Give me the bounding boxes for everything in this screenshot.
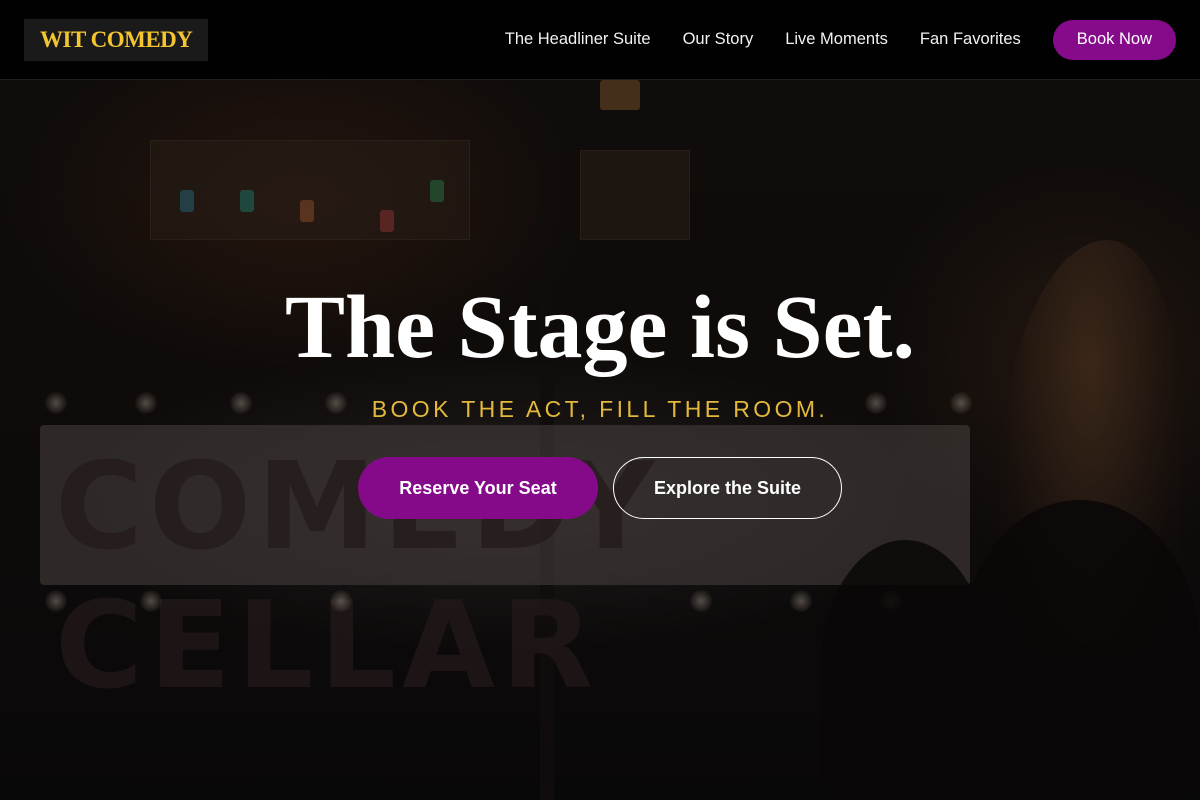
reserve-seat-button[interactable]: Reserve Your Seat <box>358 457 598 519</box>
explore-suite-button[interactable]: Explore the Suite <box>613 457 842 519</box>
hero-subtitle: BOOK THE ACT, FILL THE ROOM. <box>371 396 829 422</box>
hero-section: The Stage is Set. BOOK THE ACT, FILL THE… <box>0 0 1200 800</box>
hero-title: The Stage is Set. <box>285 278 915 377</box>
